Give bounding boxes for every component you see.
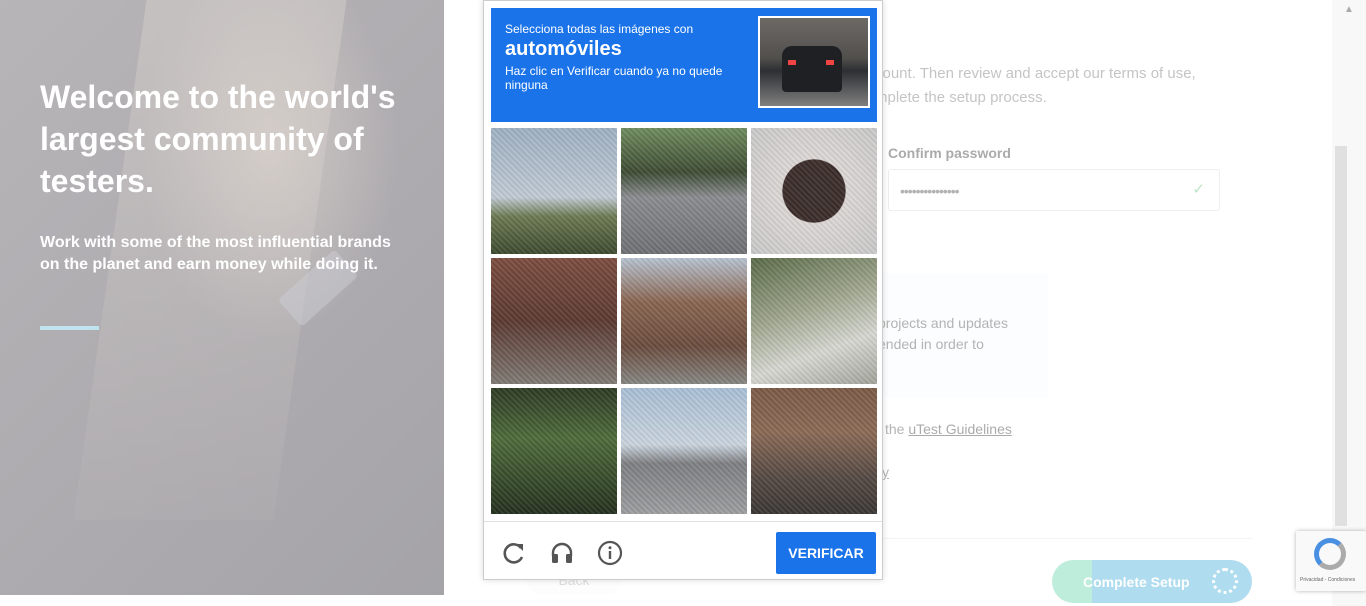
scrollbar-thumb[interactable] [1335, 146, 1347, 526]
loading-spinner-icon [1212, 568, 1238, 594]
info-line-2: ended in order to [878, 336, 984, 352]
tile-texture [751, 388, 877, 514]
audio-icon[interactable] [549, 540, 575, 566]
scrollbar[interactable]: ▲ [1332, 0, 1366, 606]
tile-texture [621, 258, 747, 384]
image-tile[interactable] [491, 128, 617, 254]
car-shape [782, 46, 842, 92]
image-tile[interactable] [491, 258, 617, 384]
tile-texture [751, 258, 877, 384]
recaptcha-footer: VERIFICAR [484, 521, 882, 580]
intro-line-1: count. Then review and accept our terms … [875, 65, 1196, 82]
image-tile[interactable] [751, 258, 877, 384]
info-icon[interactable] [597, 540, 623, 566]
confirm-password-field[interactable]: ••••••••••••••• ✓ [888, 169, 1220, 211]
hero-title: Welcome to the world's largest community… [40, 79, 396, 199]
car-taillight-left [788, 60, 796, 65]
verify-button[interactable]: VERIFICAR [776, 532, 876, 574]
reload-icon[interactable] [501, 540, 527, 566]
sample-car-image [758, 16, 870, 108]
guidelines-prefix: the [885, 421, 909, 437]
utest-guidelines-link[interactable]: uTest Guidelines [908, 421, 1012, 437]
image-tile[interactable] [751, 388, 877, 514]
image-tile[interactable] [621, 128, 747, 254]
intro-text: count. Then review and accept our terms … [875, 62, 1235, 110]
instruction-line-3: Haz clic en Verificar cuando ya no quede… [505, 64, 723, 92]
hero-panel: Welcome to the world's largest community… [0, 0, 444, 595]
complete-setup-label: Complete Setup [1083, 574, 1190, 590]
recaptcha-challenge: Selecciona todas las imágenes con automó… [483, 0, 883, 580]
instruction-line-1: Selecciona todas las imágenes con [505, 22, 694, 36]
car-taillight-right [826, 60, 834, 65]
recaptcha-badge[interactable]: Privacidad - Condiciones [1296, 531, 1366, 591]
tile-texture [491, 128, 617, 254]
confirm-password-label: Confirm password [888, 145, 1011, 161]
recaptcha-badge-text[interactable]: Privacidad - Condiciones [1300, 577, 1355, 583]
privacy-link-fragment[interactable]: y [882, 464, 889, 480]
image-tile[interactable] [751, 128, 877, 254]
check-icon: ✓ [1192, 181, 1205, 198]
intro-line-2: mplete the setup process. [875, 89, 1047, 106]
complete-setup-button[interactable]: Complete Setup [1052, 560, 1252, 603]
instruction-target: automóviles [505, 38, 622, 60]
recaptcha-logo-icon [1314, 538, 1346, 570]
tile-texture [491, 258, 617, 384]
info-text: projects and updates ended in order to [878, 313, 1048, 355]
image-tile[interactable] [621, 388, 747, 514]
divider [882, 538, 1252, 539]
tile-texture [491, 388, 617, 514]
scroll-up-arrow-icon[interactable]: ▲ [1344, 4, 1354, 15]
image-tile[interactable] [491, 388, 617, 514]
tile-texture [621, 388, 747, 514]
hero-divider [40, 326, 99, 330]
tile-texture [751, 128, 877, 254]
tile-texture [621, 128, 747, 254]
image-tile[interactable] [621, 258, 747, 384]
guidelines-text: the uTest Guidelines [885, 421, 1012, 437]
hero-subtitle: Work with some of the most influential b… [40, 234, 391, 273]
info-line-1: projects and updates [878, 315, 1008, 331]
confirm-password-value: ••••••••••••••• [900, 183, 960, 199]
image-grid [491, 128, 877, 514]
recaptcha-header: Selecciona todas las imágenes con automó… [491, 8, 877, 122]
